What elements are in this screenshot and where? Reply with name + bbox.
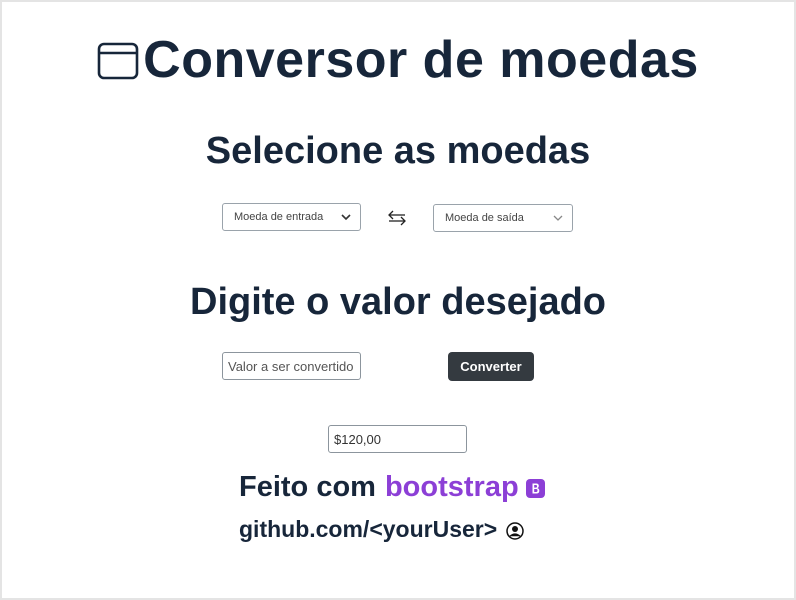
output-currency-select[interactable]: Moeda de saída [433,204,573,232]
github-line: github.com/<yourUser> [239,512,524,546]
page-title: Conversor de moedas [143,31,699,89]
header: Conversor de moedas [0,30,796,90]
person-circle-icon [506,521,524,540]
input-currency-value: Moeda de entrada [234,211,324,223]
window-icon [97,42,139,80]
amount-input[interactable] [222,352,361,380]
result-field [328,425,467,453]
made-with-line: Feito com bootstrap [239,468,545,506]
convert-button[interactable]: Converter [448,352,534,381]
select-currencies-heading: Selecione as moedas [205,130,591,172]
bootstrap-icon [525,478,545,498]
output-currency-value: Moeda de saída [445,212,524,224]
made-with-text: Feito com [239,470,376,503]
chevron-down-icon [553,215,563,221]
bootstrap-link[interactable]: bootstrap [385,471,519,504]
chevron-down-icon [341,214,351,221]
input-currency-select[interactable]: Moeda de entrada [222,203,361,231]
swap-arrows-icon[interactable] [387,209,407,227]
github-link[interactable]: github.com/<yourUser> [239,516,497,543]
enter-value-heading: Digite o valor desejado [190,281,606,323]
